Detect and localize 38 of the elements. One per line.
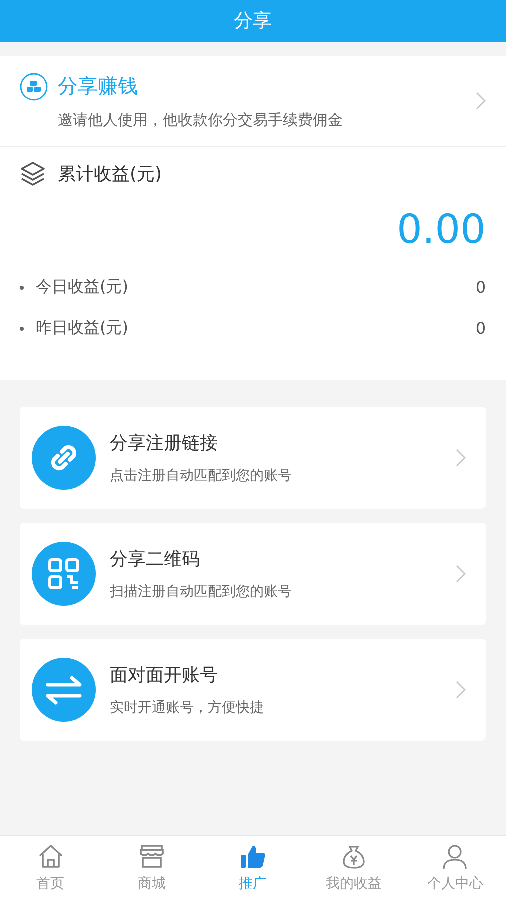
chevron-right-icon xyxy=(456,681,466,699)
total-earnings-value: 0.00 xyxy=(396,207,486,253)
action-card[interactable]: 面对面开账号 实时开通账号，方便快捷 xyxy=(20,639,486,741)
action-title: 分享二维码 xyxy=(110,548,201,571)
earnings-value: 0 xyxy=(476,278,486,297)
home-icon xyxy=(36,843,65,871)
action-description: 扫描注册自动匹配到您的账号 xyxy=(110,583,293,601)
page-title: 分享 xyxy=(234,9,272,34)
action-description: 点击注册自动匹配到您的账号 xyxy=(110,467,293,485)
thumbs-up-icon xyxy=(239,843,267,871)
chevron-right-icon xyxy=(456,449,466,467)
tab-item[interactable]: 首页 xyxy=(0,836,102,900)
storefront-icon xyxy=(138,843,166,871)
action-card[interactable]: 分享注册链接 点击注册自动匹配到您的账号 xyxy=(20,407,486,509)
qr-code-icon xyxy=(32,542,96,606)
tab-item[interactable]: 推广 xyxy=(202,836,304,900)
bullet-dot xyxy=(20,326,24,330)
tab-item[interactable]: 个人中心 xyxy=(404,836,506,900)
total-earnings-label: 累计收益(元) xyxy=(58,163,162,186)
swap-arrows-icon xyxy=(32,658,96,722)
action-card[interactable]: 分享二维码 扫描注册自动匹配到您的账号 xyxy=(20,523,486,625)
action-description: 实时开通账号，方便快捷 xyxy=(110,699,265,717)
bullet-dot xyxy=(20,286,24,290)
tab-item[interactable]: 我的收益 xyxy=(304,836,405,900)
promo-description: 邀请他人使用，他收款你分交易手续费佣金 xyxy=(57,110,344,130)
earnings-label: 昨日收益(元) xyxy=(36,318,130,339)
layers-icon xyxy=(20,161,46,187)
earnings-label: 今日收益(元) xyxy=(36,277,130,298)
share-earn-item[interactable]: 分享赚钱 邀请他人使用，他收款你分交易手续费佣金 xyxy=(0,56,506,147)
action-title: 面对面开账号 xyxy=(110,664,219,687)
tab-item[interactable]: 商城 xyxy=(101,836,202,900)
chevron-right-icon xyxy=(476,92,486,110)
action-title: 分享注册链接 xyxy=(110,432,219,455)
coins-icon xyxy=(20,72,48,100)
earnings-value: 0 xyxy=(476,319,486,338)
chevron-right-icon xyxy=(456,565,466,583)
person-icon xyxy=(441,843,470,871)
link-icon xyxy=(32,426,96,490)
